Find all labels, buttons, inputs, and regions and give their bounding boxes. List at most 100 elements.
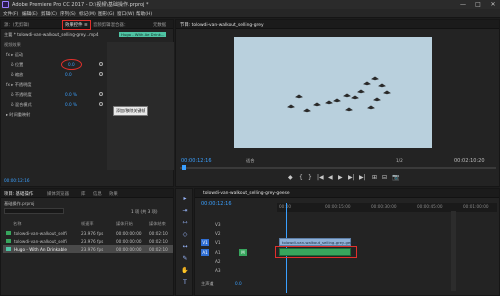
- track-label-v2: V2: [215, 231, 221, 236]
- extract-button[interactable]: ⊟: [382, 174, 387, 181]
- step-back-button[interactable]: ◀: [328, 174, 333, 181]
- tooltip: 添加/移除关键帧: [113, 106, 149, 116]
- clip-icon: [6, 231, 11, 235]
- effect-row-opacity: ö 不透明度: [11, 92, 32, 97]
- master-value[interactable]: 0.0: [235, 281, 242, 286]
- step-forward-button[interactable]: ▶|: [348, 174, 355, 181]
- export-frame-button[interactable]: 📷: [392, 174, 399, 181]
- playhead-icon[interactable]: [182, 165, 186, 170]
- menu-window[interactable]: 窗口(W): [117, 11, 134, 17]
- razor-tool-icon[interactable]: ◇: [181, 231, 189, 239]
- col-fps[interactable]: 帧速率: [81, 221, 94, 227]
- mark-in-button[interactable]: {: [299, 174, 303, 181]
- hand-tool-icon[interactable]: ✋: [181, 267, 189, 275]
- play-button[interactable]: ▶: [338, 174, 343, 181]
- sequence-clip-label[interactable]: Hugo - With Ae Drink...: [119, 32, 167, 37]
- menu-sequence[interactable]: 序列(S): [60, 11, 76, 17]
- go-to-out-button[interactable]: ▶|: [359, 174, 366, 181]
- timeline-scrollbar[interactable]: [451, 211, 456, 291]
- master-label: 主声道: [201, 281, 214, 286]
- effect-row-opacity-group[interactable]: fx ▸ 不透明度: [6, 82, 31, 88]
- blend-value[interactable]: 0.0 %: [65, 102, 77, 107]
- source-patch-a1[interactable]: A1: [201, 249, 209, 256]
- program-timecode-total: 00:02:10:20: [454, 158, 485, 164]
- scale-value[interactable]: 0.0: [65, 72, 72, 77]
- keyframe-toggle-icon[interactable]: [99, 72, 103, 76]
- tab-info[interactable]: 信息: [93, 191, 102, 197]
- position-value[interactable]: 0.0: [61, 59, 82, 70]
- tab-libraries[interactable]: 库: [81, 191, 85, 197]
- menu-graphics[interactable]: 图形(G): [98, 11, 114, 17]
- menu-help[interactable]: 帮助(H): [136, 11, 152, 17]
- zoom-select[interactable]: 适合: [246, 158, 254, 164]
- col-name[interactable]: 名称: [13, 221, 21, 227]
- col-media-start[interactable]: 媒体开始: [116, 221, 133, 227]
- go-to-in-button[interactable]: |◀: [317, 174, 324, 181]
- item-count: 1 项 (共 3 项): [131, 209, 158, 214]
- table-row[interactable]: tolowdi-van-walkout_selfi 23.976 fps 00:…: [3, 237, 173, 245]
- timeline-timecode[interactable]: 00:00:12:16: [201, 201, 232, 207]
- tab-metadata[interactable]: 元数据: [153, 22, 166, 28]
- ripple-edit-tool-icon[interactable]: ⇿: [181, 219, 189, 227]
- selection-tool-icon[interactable]: ▸: [181, 195, 189, 203]
- tab-sequence[interactable]: tolowdi-van-walkout_selling-grey-geese: [203, 191, 290, 196]
- slip-tool-icon[interactable]: ↔: [181, 243, 189, 251]
- timeline-panel: tolowdi-van-walkout_selling-grey-geese 0…: [194, 188, 500, 296]
- project-path: 基础操作.prproj: [4, 201, 35, 206]
- tab-project[interactable]: 项目: 基础操作: [4, 191, 33, 197]
- section-video-effects: 视频效果: [4, 42, 21, 47]
- program-timecode-current[interactable]: 00:00:12:16: [181, 158, 212, 164]
- lift-button[interactable]: ⊞: [372, 174, 377, 181]
- type-tool-icon[interactable]: T: [181, 279, 189, 287]
- col-media-end[interactable]: 媒体结束: [149, 221, 166, 227]
- tools-panel: ▸ ⇥ ⇿ ◇ ↔ ✎ ✋ T: [175, 188, 193, 296]
- effect-row-time-remap[interactable]: ▸ 时间重映射: [6, 112, 30, 118]
- minimize-button[interactable]: —: [456, 0, 470, 9]
- effect-row-motion[interactable]: fx ▸ 运动: [6, 52, 23, 58]
- track-label-v3: V3: [215, 222, 221, 227]
- resolution-select[interactable]: 1/2: [396, 158, 403, 163]
- keyframe-toggle-icon[interactable]: [99, 92, 103, 96]
- table-row[interactable]: Hugo - With An Drinkable 23.976 fps 00:0…: [3, 245, 173, 253]
- menu-edit[interactable]: 编辑(E): [22, 11, 38, 17]
- source-patch-v1[interactable]: V1: [201, 239, 209, 246]
- mark-out-button[interactable]: }: [308, 174, 312, 181]
- close-button[interactable]: ✕: [486, 0, 500, 9]
- tab-source[interactable]: 源：(无剪辑): [4, 22, 29, 28]
- menu-file[interactable]: 文件(F): [3, 11, 18, 17]
- window-title: Adobe Premiere Pro CC 2017 - D:\视频\基础操作.…: [12, 2, 149, 8]
- menu-marker[interactable]: 标记(M): [79, 11, 96, 17]
- menu-clip[interactable]: 剪辑(C): [41, 11, 57, 17]
- tab-media-browser[interactable]: 媒体浏览器: [47, 191, 69, 197]
- project-tabs: 项目: 基础操作 媒体浏览器 库 信息 效果: [1, 189, 173, 198]
- track-label-v1: V1: [215, 240, 221, 245]
- add-marker-button[interactable]: ◆: [288, 174, 293, 181]
- title-bar: Adobe Premiere Pro CC 2017 - D:\视频\基础操作.…: [0, 0, 500, 9]
- project-panel: 项目: 基础操作 媒体浏览器 库 信息 效果 基础操作.prproj 1 项 (…: [0, 188, 174, 296]
- program-scrubber[interactable]: [180, 167, 496, 169]
- keyframe-toggle-icon[interactable]: [99, 102, 103, 106]
- opacity-value[interactable]: 0.0 %: [65, 92, 77, 97]
- video-frame[interactable]: [234, 37, 432, 148]
- program-tabs: 节目: tolowdi-van-walkout_selling-grey: [176, 20, 499, 29]
- solo-toggle-a1[interactable]: M: [239, 249, 247, 256]
- effect-row-scale: ö 缩放: [11, 72, 24, 77]
- effect-row-position: ö 位置: [11, 62, 24, 67]
- effect-panel-tabs: 源：(无剪辑) 效果控件 ≡ 音频剪辑混合器： 元数据: [1, 20, 173, 30]
- clip-header: 主要 * tolowdi-van-walkout_selling-grey...…: [4, 32, 99, 37]
- effect-timecode[interactable]: 00:00:12:16: [4, 178, 30, 183]
- time-ruler[interactable]: 00:00 00:00:15:00 00:00:30:00 00:00:45:0…: [277, 203, 497, 212]
- table-row[interactable]: tolowdi-van-walkout_selfi 23.976 fps 00:…: [3, 229, 173, 237]
- tab-audio-mixer[interactable]: 音频剪辑混合器：: [93, 22, 128, 28]
- maximize-button[interactable]: □: [471, 0, 485, 9]
- video-clip-v1[interactable]: tolowdi-van-walkout_selling-grey-geese: [279, 238, 357, 246]
- tab-effects[interactable]: 效果: [109, 191, 118, 197]
- keyframe-toggle-icon[interactable]: [99, 62, 103, 66]
- track-label-a3: A3: [215, 268, 221, 273]
- tab-program[interactable]: 节目: tolowdi-van-walkout_selling-grey: [180, 22, 264, 28]
- project-search-input[interactable]: [4, 208, 64, 214]
- track-select-tool-icon[interactable]: ⇥: [181, 207, 189, 215]
- pen-tool-icon[interactable]: ✎: [181, 255, 189, 263]
- timeline-tabs: tolowdi-van-walkout_selling-grey-geese: [195, 189, 499, 198]
- tab-effect-controls[interactable]: 效果控件 ≡: [62, 20, 91, 30]
